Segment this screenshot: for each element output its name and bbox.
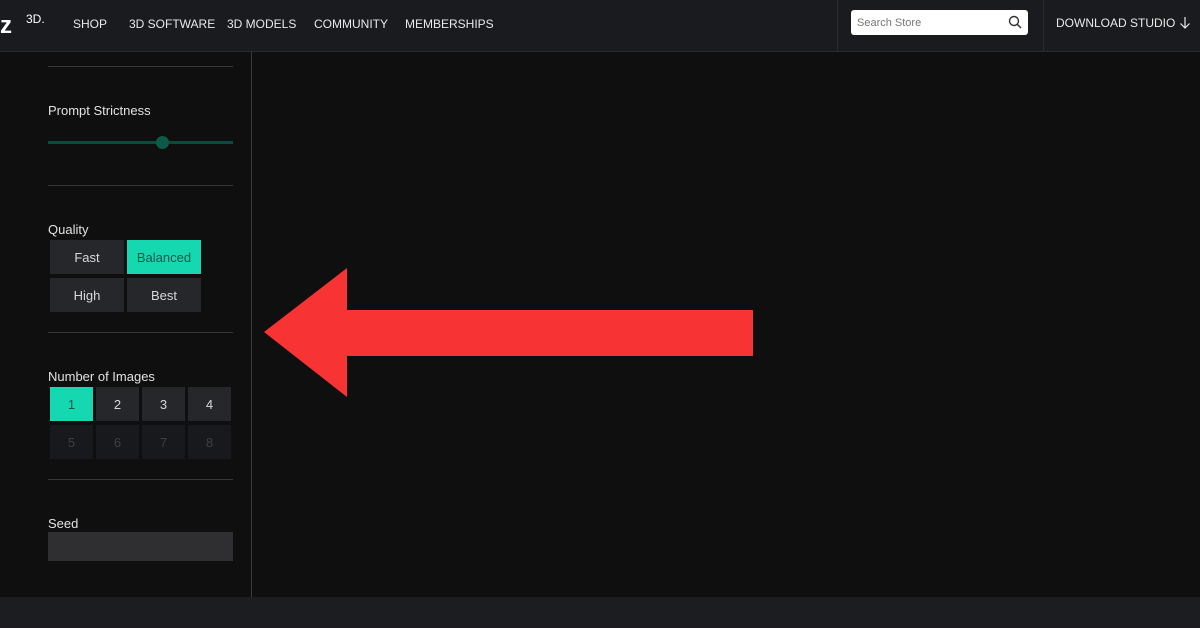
search-icon[interactable]	[1008, 15, 1022, 29]
seed-input[interactable]	[48, 532, 233, 561]
search-box	[851, 10, 1028, 35]
prompt-strictness-label: Prompt Strictness	[48, 103, 151, 118]
number-of-images-label: Number of Images	[48, 369, 155, 384]
site-logo[interactable]: z 3D.	[0, 12, 45, 40]
generation-settings-sidebar	[0, 52, 251, 597]
section-divider	[48, 66, 233, 67]
logo-superscript: 3D.	[26, 12, 45, 26]
nav-memberships[interactable]: MEMBERSHIPS	[405, 17, 494, 31]
quality-best-button[interactable]: Best	[127, 278, 201, 312]
quality-balanced-button[interactable]: Balanced	[127, 240, 201, 274]
left-arrow-icon	[264, 268, 753, 397]
image-count-2-button[interactable]: 2	[96, 387, 139, 421]
download-studio-link[interactable]: DOWNLOAD STUDIO	[1056, 16, 1191, 30]
nav-3d-models[interactable]: 3D MODELS	[227, 17, 296, 31]
seed-label: Seed	[48, 516, 79, 531]
section-divider	[48, 332, 233, 333]
quality-high-button[interactable]: High	[50, 278, 124, 312]
quality-label: Quality	[48, 222, 89, 237]
logo-text: z	[0, 12, 12, 39]
quality-fast-button[interactable]: Fast	[50, 240, 124, 274]
nav-3d-software[interactable]: 3D SOFTWARE	[129, 17, 215, 31]
image-count-4-button[interactable]: 4	[188, 387, 231, 421]
download-studio-label: DOWNLOAD STUDIO	[1056, 16, 1176, 30]
search-input[interactable]	[857, 14, 1002, 31]
section-divider	[48, 479, 233, 480]
nav-shop[interactable]: SHOP	[73, 17, 107, 31]
prompt-strictness-slider[interactable]	[48, 141, 233, 144]
nav-divider	[837, 0, 838, 51]
top-navigation-bar: z 3D. SHOP 3D SOFTWARE 3D MODELS COMMUNI…	[0, 0, 1200, 52]
image-count-6-button: 6	[96, 425, 139, 459]
arrow-down-icon	[1180, 17, 1191, 29]
image-count-7-button: 7	[142, 425, 185, 459]
nav-community[interactable]: COMMUNITY	[314, 17, 388, 31]
image-count-8-button: 8	[188, 425, 231, 459]
image-count-3-button[interactable]: 3	[142, 387, 185, 421]
image-count-1-button[interactable]: 1	[50, 387, 93, 421]
section-divider	[48, 185, 233, 186]
footer-bar	[0, 597, 1200, 628]
image-count-5-button: 5	[50, 425, 93, 459]
nav-divider	[1043, 0, 1044, 51]
